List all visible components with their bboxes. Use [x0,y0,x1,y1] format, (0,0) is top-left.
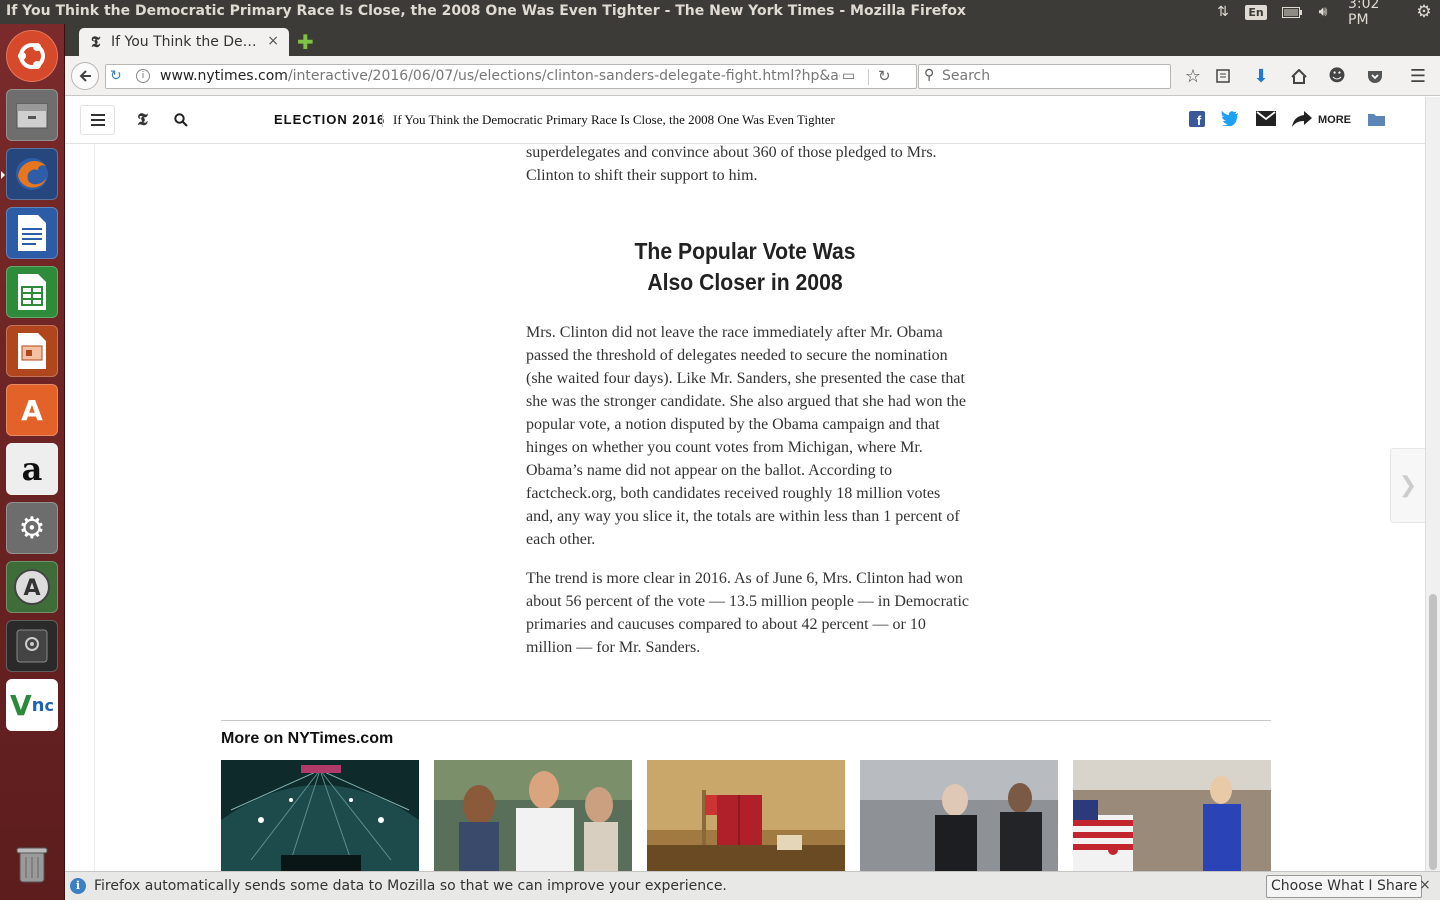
thumbnail-sanders-aides[interactable] [860,760,1058,871]
page-viewport: 𝕿 ELECTION 2016 If You Think the Democra… [65,97,1440,871]
nyt-sticky-header: 𝕿 ELECTION 2016 If You Think the Democra… [65,97,1425,144]
header-divider [382,113,383,127]
battery-icon[interactable] [1280,2,1304,22]
hello-chat-icon[interactable]: ☻ [1325,64,1349,88]
reload-arrow-icon[interactable]: ↻ [110,68,122,84]
info-icon: i [70,878,86,894]
next-article-arrow[interactable]: ❯ [1390,448,1426,523]
files-icon[interactable] [6,89,58,141]
window-title: If You Think the Democratic Primary Race… [6,3,966,19]
share-arrow-icon[interactable] [1292,111,1312,131]
gear-icon[interactable]: ⚙ [1414,2,1434,22]
tab-close-icon[interactable]: × [267,33,279,49]
reader-view-icon[interactable]: ▭ [842,68,855,84]
section-label[interactable]: ELECTION 2016 [274,112,385,127]
choose-what-i-share-button[interactable]: Choose What I Share [1266,875,1423,898]
url-bar[interactable]: ↻ i www.nytimes.com/interactive/2016/06/… [105,64,917,89]
downloads-icon[interactable]: ⬇ [1249,64,1273,88]
thumbnail-polling-place[interactable] [647,760,845,871]
libreoffice-writer-icon[interactable] [6,207,58,259]
article-subhead: The Popular Vote Was Also Closer in 2008 [634,238,856,295]
clock[interactable]: 3:02 PM [1348,0,1404,28]
article-paragraph: The trend is more clear in 2016. As of J… [526,570,969,656]
back-button[interactable] [71,62,99,90]
save-folder-icon[interactable] [1368,111,1385,130]
header-headline: If You Think the Democratic Primary Race… [393,112,835,127]
keyboard-indicator[interactable]: En [1244,2,1268,22]
nyt-favicon-icon: 𝕿 [91,33,101,51]
facebook-icon[interactable]: f [1189,111,1205,131]
running-indicator [1,171,5,179]
nyt-logo-icon[interactable]: 𝕿 [125,105,160,135]
thumbnail-paul-ryan[interactable] [434,760,632,871]
article-paragraph: superdelegates and convince about 360 of… [526,144,937,184]
url-text[interactable]: www.nytimes.com/interactive/2016/06/07/u… [160,68,840,84]
ubuntu-dash-icon[interactable] [6,30,58,82]
vnc-viewer-icon[interactable]: Vnc [6,679,58,731]
close-notification-icon[interactable]: × [1419,877,1431,893]
telemetry-notification-bar: i Firefox automatically sends some data … [65,871,1440,900]
article-body: superdelegates and convince about 360 of… [95,144,1425,871]
more-share-button[interactable]: MORE [1318,114,1351,126]
network-transfer-icon[interactable]: ⇅ [1212,2,1234,22]
article-paragraph: Mrs. Clinton did not leave the race imme… [526,324,967,548]
navigation-toolbar: ↻ i www.nytimes.com/interactive/2016/06/… [65,56,1440,96]
site-info-icon[interactable]: i [136,69,150,83]
firefox-icon[interactable] [6,148,58,200]
new-tab-icon[interactable]: ✚ [297,30,314,54]
ubuntu-software-icon[interactable]: A [6,384,58,436]
tab-strip: 𝕿 If You Think the De… × ✚ [65,24,1440,56]
search-placeholder: Search [942,68,991,84]
safe-icon[interactable] [6,620,58,672]
reload-icon[interactable]: ↻ [878,67,891,85]
unity-launcher: A a ⚙ A Vnc [0,24,65,900]
amazon-icon[interactable]: a [6,443,58,495]
page-scrollbar[interactable] [1425,97,1440,871]
svg-text:f: f [1197,113,1202,127]
hamburger-menu-icon[interactable]: ☰ [1406,64,1430,88]
bookmark-star-icon[interactable]: ☆ [1181,64,1205,88]
more-on-nytimes-heading: More on NYTimes.com [221,730,394,747]
bookmarks-list-icon[interactable] [1211,64,1235,88]
sections-menu-button[interactable] [80,105,115,135]
pocket-icon[interactable] [1363,64,1387,88]
home-icon[interactable] [1287,64,1311,88]
left-rail [65,144,95,871]
scrollbar-thumb[interactable] [1429,594,1437,870]
system-settings-icon[interactable]: ⚙ [6,502,58,554]
email-icon[interactable] [1256,111,1276,130]
url-divider [868,69,869,85]
search-icon[interactable] [163,105,198,135]
tab-nytimes[interactable]: 𝕿 If You Think the De… × [79,28,289,56]
tab-title: If You Think the De… [111,34,257,50]
svg-text:A: A [23,576,40,601]
section-divider [221,720,1271,721]
notification-message: Firefox automatically sends some data to… [94,878,727,894]
libreoffice-impress-icon[interactable] [6,325,58,377]
trash-icon[interactable] [6,838,58,890]
software-updater-icon[interactable]: A [6,561,58,613]
search-field[interactable]: ⚲ Search [918,64,1171,89]
thumbnail-clinton-rally[interactable] [1073,760,1271,871]
volume-icon[interactable]: 🔊︎ [1312,2,1334,22]
thumbnail-convention-hall[interactable] [221,760,419,871]
os-top-panel: If You Think the Democratic Primary Race… [0,0,1440,28]
twitter-icon[interactable] [1221,111,1239,130]
search-icon: ⚲ [924,67,935,83]
libreoffice-calc-icon[interactable] [6,266,58,318]
